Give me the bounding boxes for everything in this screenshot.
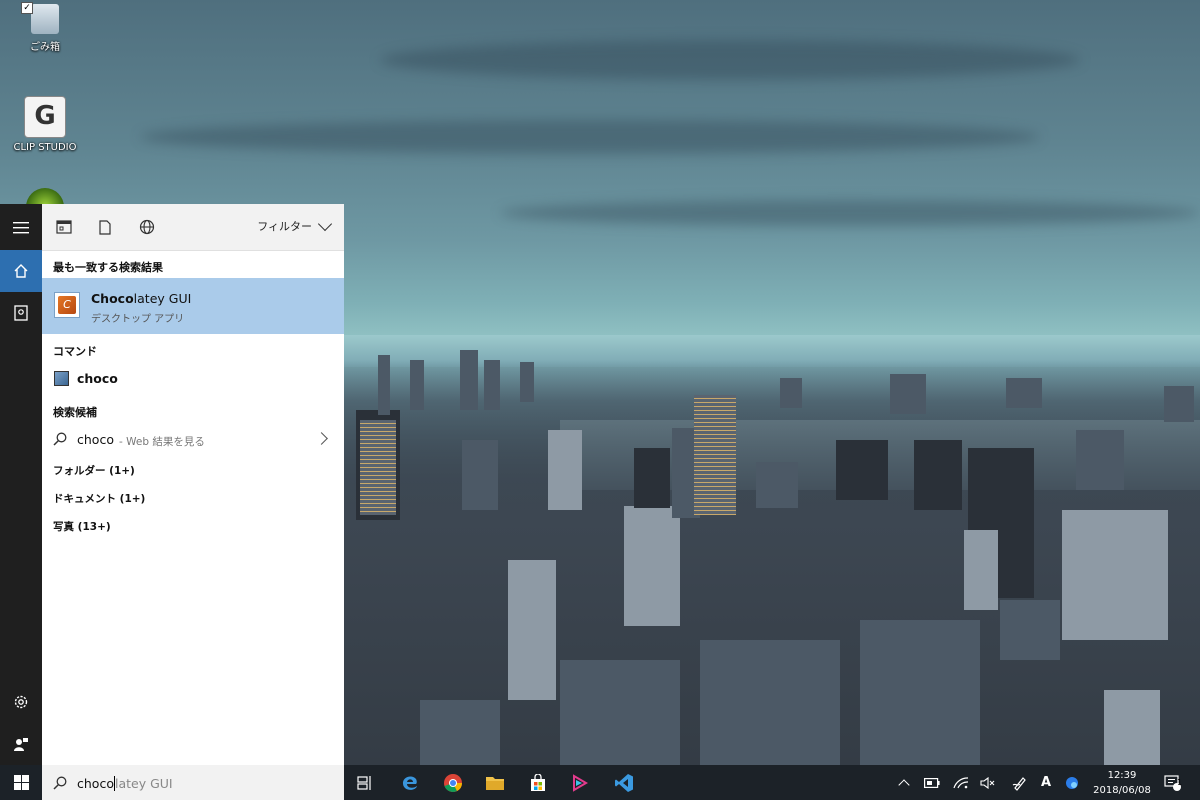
scope-web-button[interactable]: [137, 217, 157, 237]
selection-checkbox[interactable]: ✓: [21, 2, 33, 14]
notebook-icon: [14, 305, 28, 321]
chevron-up-icon: [898, 778, 910, 791]
category-folders[interactable]: フォルダー (1+): [53, 463, 135, 478]
taskbar-search-box[interactable]: chocolatey GUI: [42, 765, 344, 800]
clock-date: 2018/06/08: [1093, 785, 1151, 796]
search-scope-bar: フィルター: [42, 204, 344, 251]
task-view-button[interactable]: [344, 765, 386, 800]
search-input-text[interactable]: chocolatey GUI: [77, 776, 173, 791]
task-view-icon: [357, 775, 371, 790]
search-results: 最も一致する検索結果 C Chocolatey GUI デスクトップ アプリ コ…: [42, 251, 344, 765]
scope-apps-button[interactable]: [54, 217, 74, 237]
web-suggestion-item[interactable]: choco - Web 結果を見る: [42, 424, 344, 454]
chevron-down-icon: [317, 216, 333, 231]
search-autocomplete-ghost: latey GUI: [114, 776, 173, 791]
scope-documents-button[interactable]: [95, 217, 115, 237]
suggestion-web-hint: - Web 結果を見る: [119, 436, 205, 448]
tray-app[interactable]: [1062, 765, 1082, 800]
tray-volume[interactable]: [977, 765, 999, 800]
best-match-result[interactable]: C Chocolatey GUI デスクトップ アプリ: [42, 278, 344, 334]
battery-icon: [924, 777, 940, 788]
start-rail: [0, 204, 42, 765]
hamburger-menu-button[interactable]: [0, 207, 42, 249]
tray-ime-indicator[interactable]: A: [1037, 765, 1055, 800]
volume-muted-icon: [980, 776, 995, 789]
action-center-button[interactable]: 1: [1158, 765, 1188, 800]
start-button[interactable]: [0, 765, 42, 800]
tray-pen-workspace[interactable]: [1009, 765, 1031, 800]
chevron-right-icon[interactable]: [315, 432, 328, 445]
home-icon: [14, 264, 28, 278]
tray-overflow-button[interactable]: [894, 765, 914, 800]
windows-logo-icon: [13, 775, 29, 790]
search-icon: [53, 776, 67, 790]
best-match-title: Chocolatey GUI: [91, 291, 192, 306]
tray-battery[interactable]: [921, 765, 943, 800]
clip-studio-icon: G: [24, 96, 66, 138]
settings-button[interactable]: [0, 681, 42, 723]
folder-icon: [486, 776, 504, 790]
desktop-icon-label: CLIP STUDIO: [13, 142, 77, 153]
desktop-icon-label: ごみ箱: [30, 42, 60, 53]
commands-heading: コマンド: [53, 345, 97, 358]
hamburger-icon: [13, 222, 29, 234]
store-bag-icon: [531, 773, 545, 791]
best-match-heading: 最も一致する検索結果: [53, 261, 163, 274]
notebook-button[interactable]: [0, 292, 42, 334]
search-typed-text: choco: [77, 776, 114, 791]
suggestion-query: choco: [77, 432, 114, 447]
gear-icon: [14, 695, 28, 709]
person-feedback-icon: [14, 738, 28, 751]
taskbar-krita[interactable]: [559, 765, 601, 800]
feedback-button[interactable]: [0, 723, 42, 765]
clock-time: 12:39: [1107, 770, 1137, 781]
taskbar-store[interactable]: [517, 765, 559, 800]
cloud-app-icon: [1066, 776, 1078, 789]
taskbar-edge[interactable]: [389, 765, 431, 800]
home-button[interactable]: [0, 250, 42, 292]
krita-icon: [573, 773, 588, 792]
category-photos[interactable]: 写真 (13+): [53, 519, 111, 534]
desktop-icon-recycle-bin[interactable]: ✓ ごみ箱: [9, 2, 81, 53]
best-match-subtitle: デスクトップ アプリ: [91, 314, 185, 325]
document-icon: [99, 219, 111, 235]
notification-count-badge: 1: [1177, 778, 1183, 787]
search-panel: フィルター 最も一致する検索結果 C Chocolatey GUI デスクトップ…: [42, 204, 344, 765]
command-result-choco[interactable]: choco: [42, 364, 344, 392]
apps-icon: [56, 220, 72, 234]
recycle-bin-icon: ✓: [21, 2, 59, 34]
desktop-icon-clip-studio[interactable]: G CLIP STUDIO: [9, 96, 81, 153]
globe-icon: [139, 219, 155, 235]
wifi-icon: [953, 776, 969, 788]
pen-icon: [1012, 776, 1026, 791]
suggestions-heading: 検索候補: [53, 406, 97, 419]
category-documents[interactable]: ドキュメント (1+): [53, 491, 145, 506]
edge-icon: [402, 776, 417, 790]
chrome-icon: [444, 773, 462, 792]
filter-dropdown[interactable]: フィルター: [257, 216, 333, 234]
command-app-icon: [54, 371, 69, 386]
command-label: choco: [77, 371, 118, 386]
taskbar-vscode[interactable]: [603, 765, 645, 800]
tray-network[interactable]: [950, 765, 972, 800]
chocolatey-app-icon: C: [54, 292, 80, 318]
taskbar-chrome[interactable]: [432, 765, 474, 800]
system-clock[interactable]: 12:39 2018/06/08: [1090, 768, 1154, 798]
taskbar-file-explorer[interactable]: [474, 765, 516, 800]
search-icon: [53, 432, 67, 446]
vscode-icon: [615, 773, 633, 792]
filter-label: フィルター: [257, 220, 312, 233]
